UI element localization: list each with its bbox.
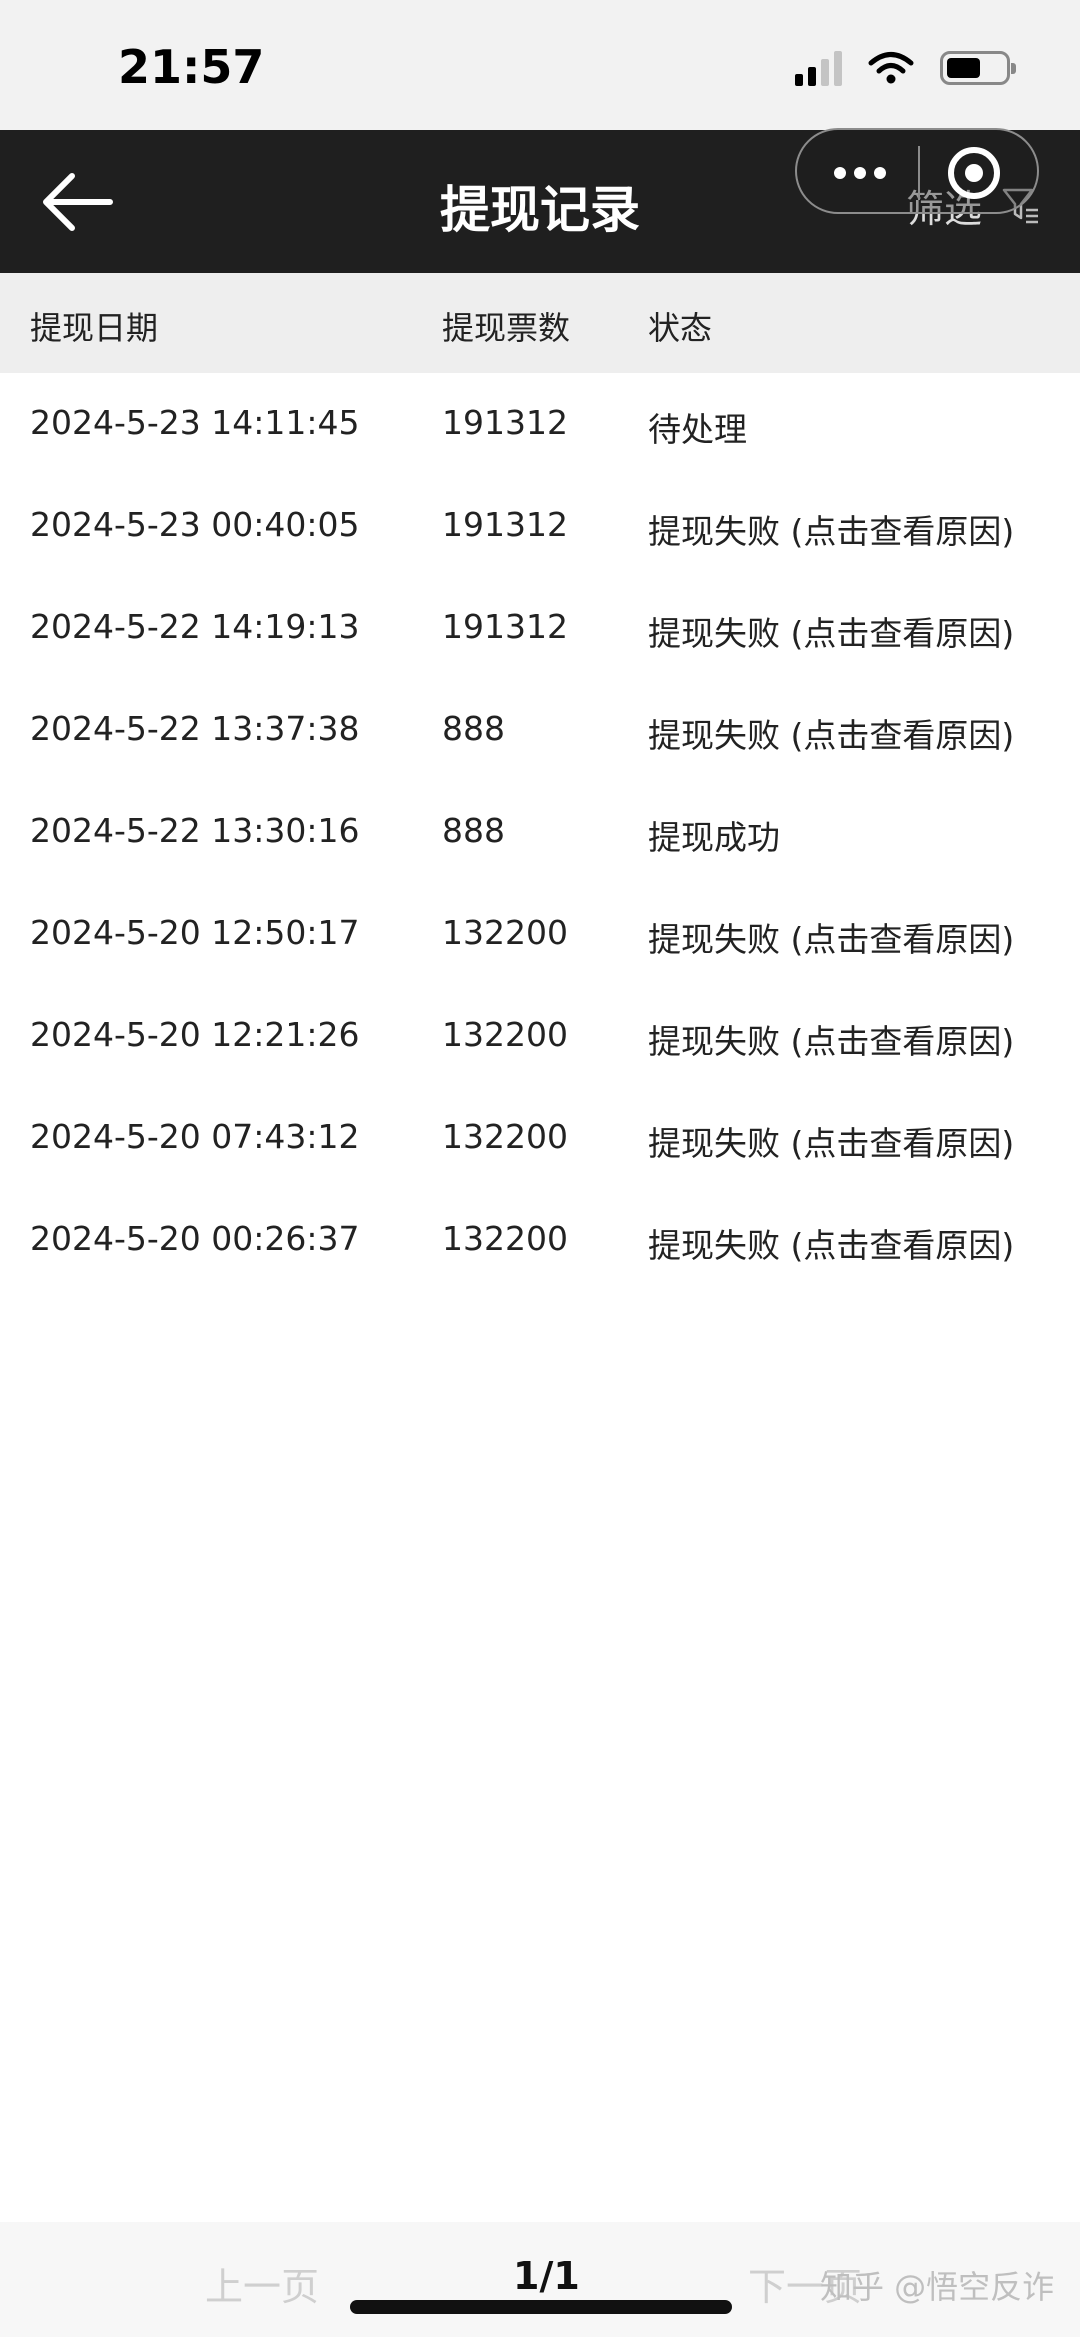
row-date: 2024-5-20 12:21:26 xyxy=(30,1015,360,1054)
more-dots-icon[interactable] xyxy=(827,150,893,196)
table-header: 提现日期 提现票数 状态 xyxy=(0,273,1080,373)
row-status-failed-link[interactable]: 提现失败 (点击查看原因) xyxy=(648,607,1014,655)
table-row: 2024-5-20 12:21:26 132200 提现失败 (点击查看原因) xyxy=(0,985,1080,1087)
status-bar: 21:57 xyxy=(0,0,1080,130)
wifi-icon xyxy=(868,52,914,84)
row-amount: 132200 xyxy=(442,1117,568,1156)
table-row: 2024-5-23 14:11:45 191312 待处理 xyxy=(0,373,1080,475)
record-list: 2024-5-23 14:11:45 191312 待处理 2024-5-23 … xyxy=(0,373,1080,1291)
signal-icon xyxy=(795,50,842,86)
row-date: 2024-5-22 13:30:16 xyxy=(30,811,360,850)
header-amount: 提现票数 xyxy=(442,309,571,347)
row-date: 2024-5-20 07:43:12 xyxy=(30,1117,360,1156)
battery-icon xyxy=(940,51,1016,85)
status-icons xyxy=(795,50,1016,86)
miniprogram-capsule xyxy=(795,128,1039,214)
row-status-failed-link[interactable]: 提现失败 (点击查看原因) xyxy=(648,913,1014,961)
table-row: 2024-5-23 00:40:05 191312 提现失败 (点击查看原因) xyxy=(0,475,1080,577)
row-amount: 191312 xyxy=(442,505,568,544)
row-date: 2024-5-20 12:50:17 xyxy=(30,913,360,952)
row-amount: 191312 xyxy=(442,607,568,646)
row-status-failed-link[interactable]: 提现失败 (点击查看原因) xyxy=(648,709,1014,757)
table-row: 2024-5-20 00:26:37 132200 提现失败 (点击查看原因) xyxy=(0,1189,1080,1291)
row-status: 待处理 xyxy=(648,410,747,449)
header-date: 提现日期 xyxy=(30,309,159,347)
prev-page-button[interactable]: 上一页 xyxy=(205,2256,319,2311)
table-row: 2024-5-20 12:50:17 132200 提现失败 (点击查看原因) xyxy=(0,883,1080,985)
row-status-failed-link[interactable]: 提现失败 (点击查看原因) xyxy=(648,1219,1014,1267)
watermark: 知乎 @悟空反诈 xyxy=(820,2268,1055,2306)
row-status: 提现成功 xyxy=(648,818,780,857)
row-amount: 132200 xyxy=(442,1015,568,1054)
row-amount: 132200 xyxy=(442,913,568,952)
home-indicator xyxy=(350,2300,732,2314)
row-amount: 132200 xyxy=(442,1219,568,1258)
row-amount: 888 xyxy=(442,709,505,748)
header-status: 状态 xyxy=(648,309,713,347)
target-icon[interactable] xyxy=(945,144,1003,202)
row-date: 2024-5-20 00:26:37 xyxy=(30,1219,360,1258)
page-indicator: 1/1 xyxy=(513,2254,580,2298)
row-status-failed-link[interactable]: 提现失败 (点击查看原因) xyxy=(648,505,1014,553)
row-date: 2024-5-22 14:19:13 xyxy=(30,607,360,646)
table-row: 2024-5-22 13:30:16 888 提现成功 xyxy=(0,781,1080,883)
row-amount: 191312 xyxy=(442,403,568,442)
table-row: 2024-5-22 14:19:13 191312 提现失败 (点击查看原因) xyxy=(0,577,1080,679)
status-time: 21:57 xyxy=(118,40,265,94)
row-date: 2024-5-23 14:11:45 xyxy=(30,403,360,442)
row-date: 2024-5-22 13:37:38 xyxy=(30,709,360,748)
pagination: 上一页 1/1 下一页 知乎 @悟空反诈 xyxy=(0,2222,1080,2337)
row-amount: 888 xyxy=(442,811,505,850)
row-date: 2024-5-23 00:40:05 xyxy=(30,505,360,544)
row-status-failed-link[interactable]: 提现失败 (点击查看原因) xyxy=(648,1015,1014,1063)
row-status-failed-link[interactable]: 提现失败 (点击查看原因) xyxy=(648,1117,1014,1165)
table-row: 2024-5-22 13:37:38 888 提现失败 (点击查看原因) xyxy=(0,679,1080,781)
capsule-divider xyxy=(918,146,920,200)
table-row: 2024-5-20 07:43:12 132200 提现失败 (点击查看原因) xyxy=(0,1087,1080,1189)
